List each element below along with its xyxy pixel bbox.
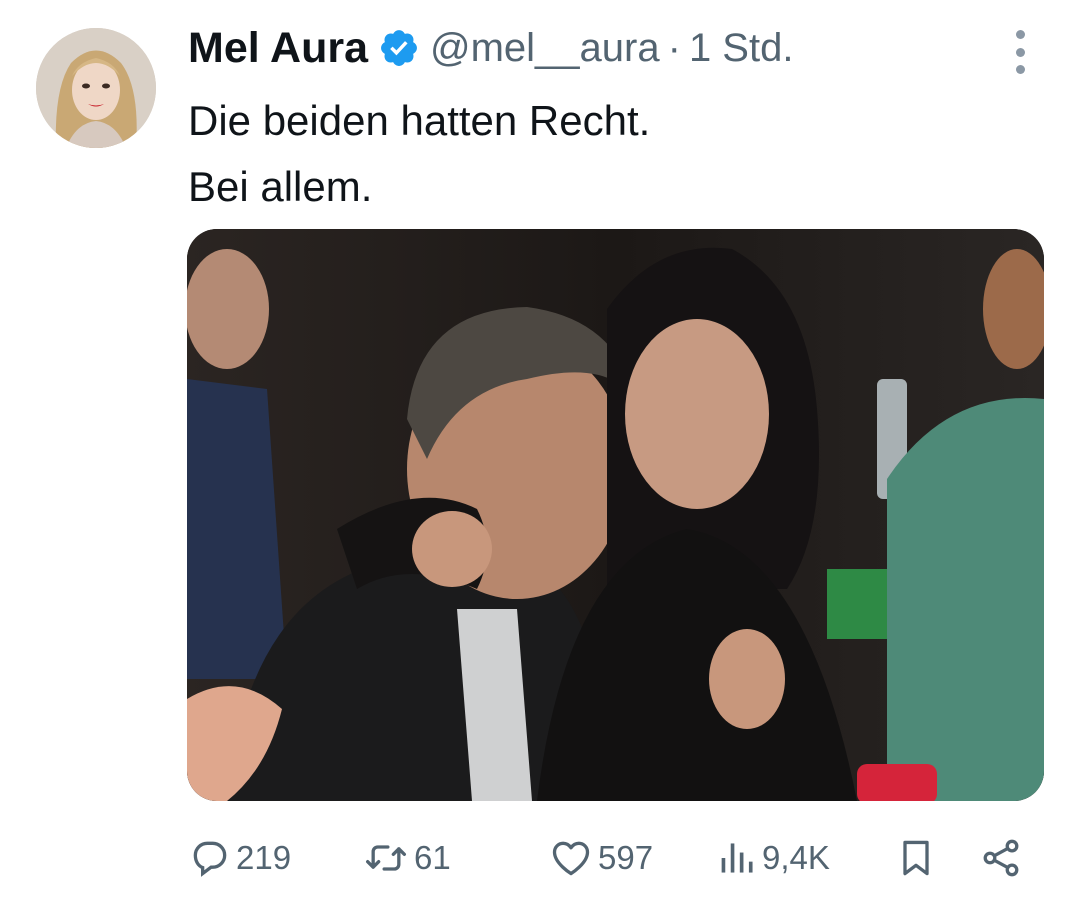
more-dot [1015,47,1025,57]
share-button[interactable] [978,834,1024,882]
views-button[interactable]: 9,4K [718,834,830,882]
more-dot [1015,30,1025,39]
bookmark-button[interactable] [894,834,938,882]
retweet-count: 61 [414,839,451,876]
bookmark-icon [903,840,929,876]
views-icon [721,843,753,873]
reply-button[interactable]: 219 [188,834,291,882]
separator-dot: · [667,25,681,70]
reply-icon [193,841,227,877]
tweet-media-photo[interactable] [187,229,1044,801]
heart-icon [552,841,590,876]
tweet-timestamp[interactable]: 1 Std. [689,26,794,71]
views-count: 9,4K [762,839,830,876]
author-avatar[interactable] [36,28,156,148]
like-button[interactable]: 597 [548,834,653,882]
author-handle[interactable]: @mel__aura [430,26,660,71]
more-vertical-icon[interactable] [1004,30,1036,74]
tweet-text: Die beiden hatten Recht. Bei allem. [188,88,650,220]
verified-badge-icon [378,27,420,69]
tweet-text-line: Die beiden hatten Recht. [188,97,651,144]
tweet-header: Mel Aura @mel__aura · 1 Std. [188,22,793,74]
reply-count: 219 [236,839,292,876]
retweet-button[interactable]: 61 [362,834,451,882]
more-dot [1015,65,1025,74]
photo-image [187,229,1044,801]
share-icon [983,839,1019,877]
like-count: 597 [598,839,654,876]
retweet-icon [366,845,406,871]
author-name[interactable]: Mel Aura [188,24,368,73]
tweet-text-line: Bei allem. [188,163,373,210]
tweet-actions: 219 61 597 9,4K [188,834,1034,882]
avatar-photo [36,28,156,148]
